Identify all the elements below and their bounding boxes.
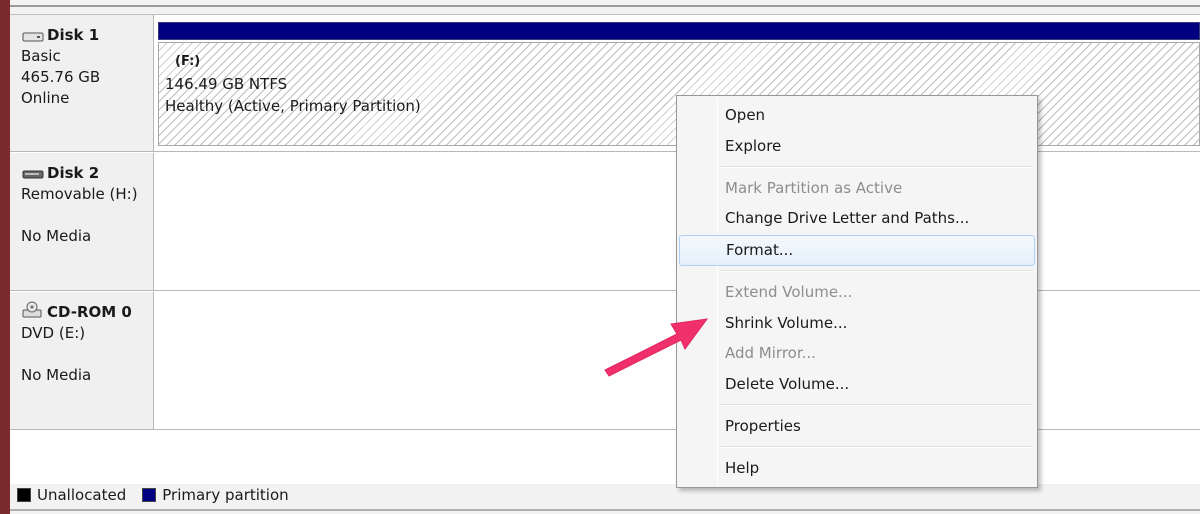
unallocated-swatch — [17, 488, 31, 502]
partition-size-fs: 146.49 GB NTFS — [165, 75, 288, 93]
menu-item-shrink[interactable]: Shrink Volume... — [679, 309, 1035, 337]
menu-item-delete[interactable]: Delete Volume... — [679, 370, 1035, 398]
menu-item-extend: Extend Volume... — [725, 283, 853, 301]
disk-type: DVD (E:) — [21, 324, 86, 342]
removable-disk-icon — [21, 167, 45, 181]
menu-item-mark-active: Mark Partition as Active — [725, 179, 903, 197]
disk-info-disk-2[interactable]: Disk 2 Removable (H:) No Media — [10, 153, 154, 290]
annotation-arrow-icon — [604, 318, 709, 377]
menu-item-explore[interactable]: Explore — [679, 132, 1035, 160]
menu-separator — [721, 166, 1033, 168]
menu-item-change-letter[interactable]: Change Drive Letter and Paths... — [679, 204, 1035, 232]
disk-status: No Media — [21, 227, 92, 245]
partition-letter: (F:) — [175, 54, 201, 69]
menu-separator — [721, 446, 1033, 448]
disk-type: Removable (H:) — [21, 185, 138, 203]
legend-primary-label: Primary partition — [162, 486, 289, 504]
legend: Unallocated Primary partition — [17, 484, 299, 506]
disk-name-label: CD-ROM 0 — [47, 303, 132, 321]
legend-unallocated-label: Unallocated — [37, 486, 127, 504]
hard-disk-icon — [21, 29, 45, 43]
menu-separator — [721, 270, 1033, 272]
disk-status: Online — [21, 89, 70, 107]
disk-status: No Media — [21, 366, 92, 384]
legend-primary: Primary partition — [142, 486, 289, 504]
cdrom-icon — [21, 301, 45, 320]
volume-context-menu: Open Explore Mark Partition as Active Ch… — [676, 95, 1038, 488]
disk-name-label: Disk 1 — [47, 26, 100, 44]
disk-info-cdrom-0[interactable]: CD-ROM 0 DVD (E:) No Media — [10, 292, 154, 429]
legend-unallocated: Unallocated — [17, 486, 126, 504]
top-divider — [10, 5, 1200, 7]
menu-item-format[interactable]: Format... — [679, 235, 1035, 266]
bottom-divider — [10, 509, 1200, 511]
disk-size: 465.76 GB — [21, 68, 101, 86]
menu-item-add-mirror: Add Mirror... — [725, 344, 816, 362]
menu-separator — [721, 404, 1033, 406]
disk-name-label: Disk 2 — [47, 164, 100, 182]
menu-item-help[interactable]: Help — [679, 454, 1035, 482]
primary-swatch — [142, 488, 157, 502]
partition-type-bar — [158, 22, 1200, 40]
menu-item-open[interactable]: Open — [679, 101, 1035, 129]
menu-item-properties[interactable]: Properties — [679, 412, 1035, 440]
disk-info-disk-1[interactable]: Disk 1 Basic 465.76 GB Online — [10, 15, 154, 151]
disk-type: Basic — [21, 47, 61, 65]
